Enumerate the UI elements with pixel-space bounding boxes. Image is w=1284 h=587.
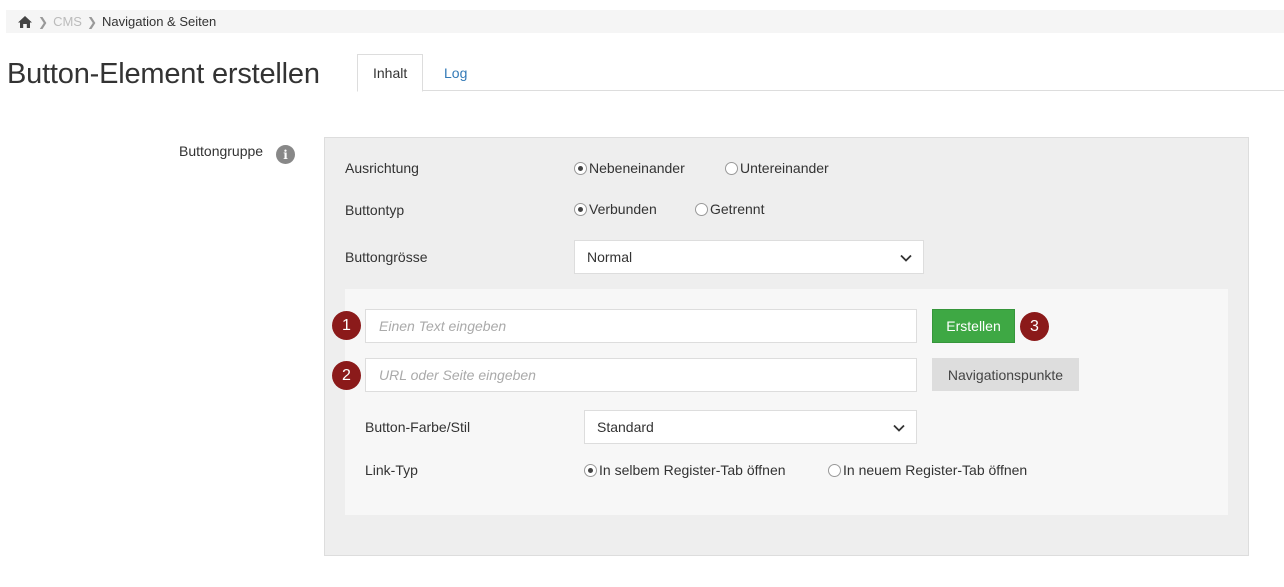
- link-type-label: Link-Typ: [365, 462, 418, 478]
- page-title: Button-Element erstellen: [7, 58, 320, 90]
- radio-unchecked-icon: [828, 463, 841, 477]
- chevron-right-icon: ❯: [86, 14, 98, 29]
- buttongroesse-label: Buttongrösse: [345, 249, 428, 265]
- breadcrumb-item-current: Navigation & Seiten: [102, 14, 217, 29]
- marker-2: 2: [332, 361, 361, 390]
- info-icon[interactable]: i: [276, 145, 295, 164]
- buttongroesse-select[interactable]: Normal: [574, 240, 924, 274]
- marker-3: 3: [1020, 312, 1049, 341]
- breadcrumb-item-cms[interactable]: CMS: [53, 14, 82, 29]
- radio-checked-icon: [574, 161, 587, 175]
- ausrichtung-label: Ausrichtung: [345, 160, 419, 176]
- radio-verbunden[interactable]: Verbunden: [574, 201, 657, 217]
- home-icon[interactable]: [17, 15, 33, 29]
- radio-getrennt[interactable]: Getrennt: [695, 201, 764, 217]
- chevron-right-icon: ❯: [38, 14, 49, 29]
- create-button[interactable]: Erstellen: [932, 309, 1015, 343]
- radio-label: Nebeneinander: [589, 160, 685, 176]
- breadcrumb: ❯ CMS ❯ Navigation & Seiten: [6, 10, 1284, 33]
- radio-label: Untereinander: [740, 160, 829, 176]
- navigation-points-button[interactable]: Navigationspunkte: [932, 358, 1079, 391]
- radio-checked-icon: [574, 202, 587, 216]
- radio-unchecked-icon: [725, 161, 738, 175]
- radio-unchecked-icon: [695, 202, 708, 216]
- radio-checked-icon: [584, 463, 597, 477]
- button-color-select[interactable]: Standard: [584, 410, 917, 444]
- radio-label: In neuem Register-Tab öffnen: [843, 462, 1028, 478]
- radio-label: Getrennt: [710, 201, 765, 217]
- radio-label: In selbem Register-Tab öffnen: [599, 462, 786, 478]
- radio-label: Verbunden: [589, 201, 657, 217]
- tab-log[interactable]: Log: [429, 54, 482, 91]
- buttontyp-label: Buttontyp: [345, 202, 405, 218]
- marker-1: 1: [332, 311, 361, 340]
- chevron-down-icon: [900, 254, 912, 262]
- radio-new-tab[interactable]: In neuem Register-Tab öffnen: [828, 462, 1027, 478]
- button-text-input[interactable]: Einen Text eingeben: [365, 309, 917, 343]
- select-value: Normal: [587, 249, 633, 265]
- chevron-down-icon: [893, 424, 905, 432]
- tab-bar: Inhalt Log: [357, 54, 1284, 92]
- url-input[interactable]: URL oder Seite eingeben: [365, 358, 917, 392]
- select-value: Standard: [597, 419, 654, 435]
- buttongruppe-label: Buttongruppe: [179, 143, 264, 159]
- radio-same-tab[interactable]: In selbem Register-Tab öffnen: [584, 462, 786, 478]
- radio-untereinander[interactable]: Untereinander: [725, 160, 829, 176]
- tab-inhalt[interactable]: Inhalt: [357, 54, 424, 92]
- radio-nebeneinander[interactable]: Nebeneinander: [574, 160, 685, 176]
- button-color-label: Button-Farbe/Stil: [365, 419, 471, 435]
